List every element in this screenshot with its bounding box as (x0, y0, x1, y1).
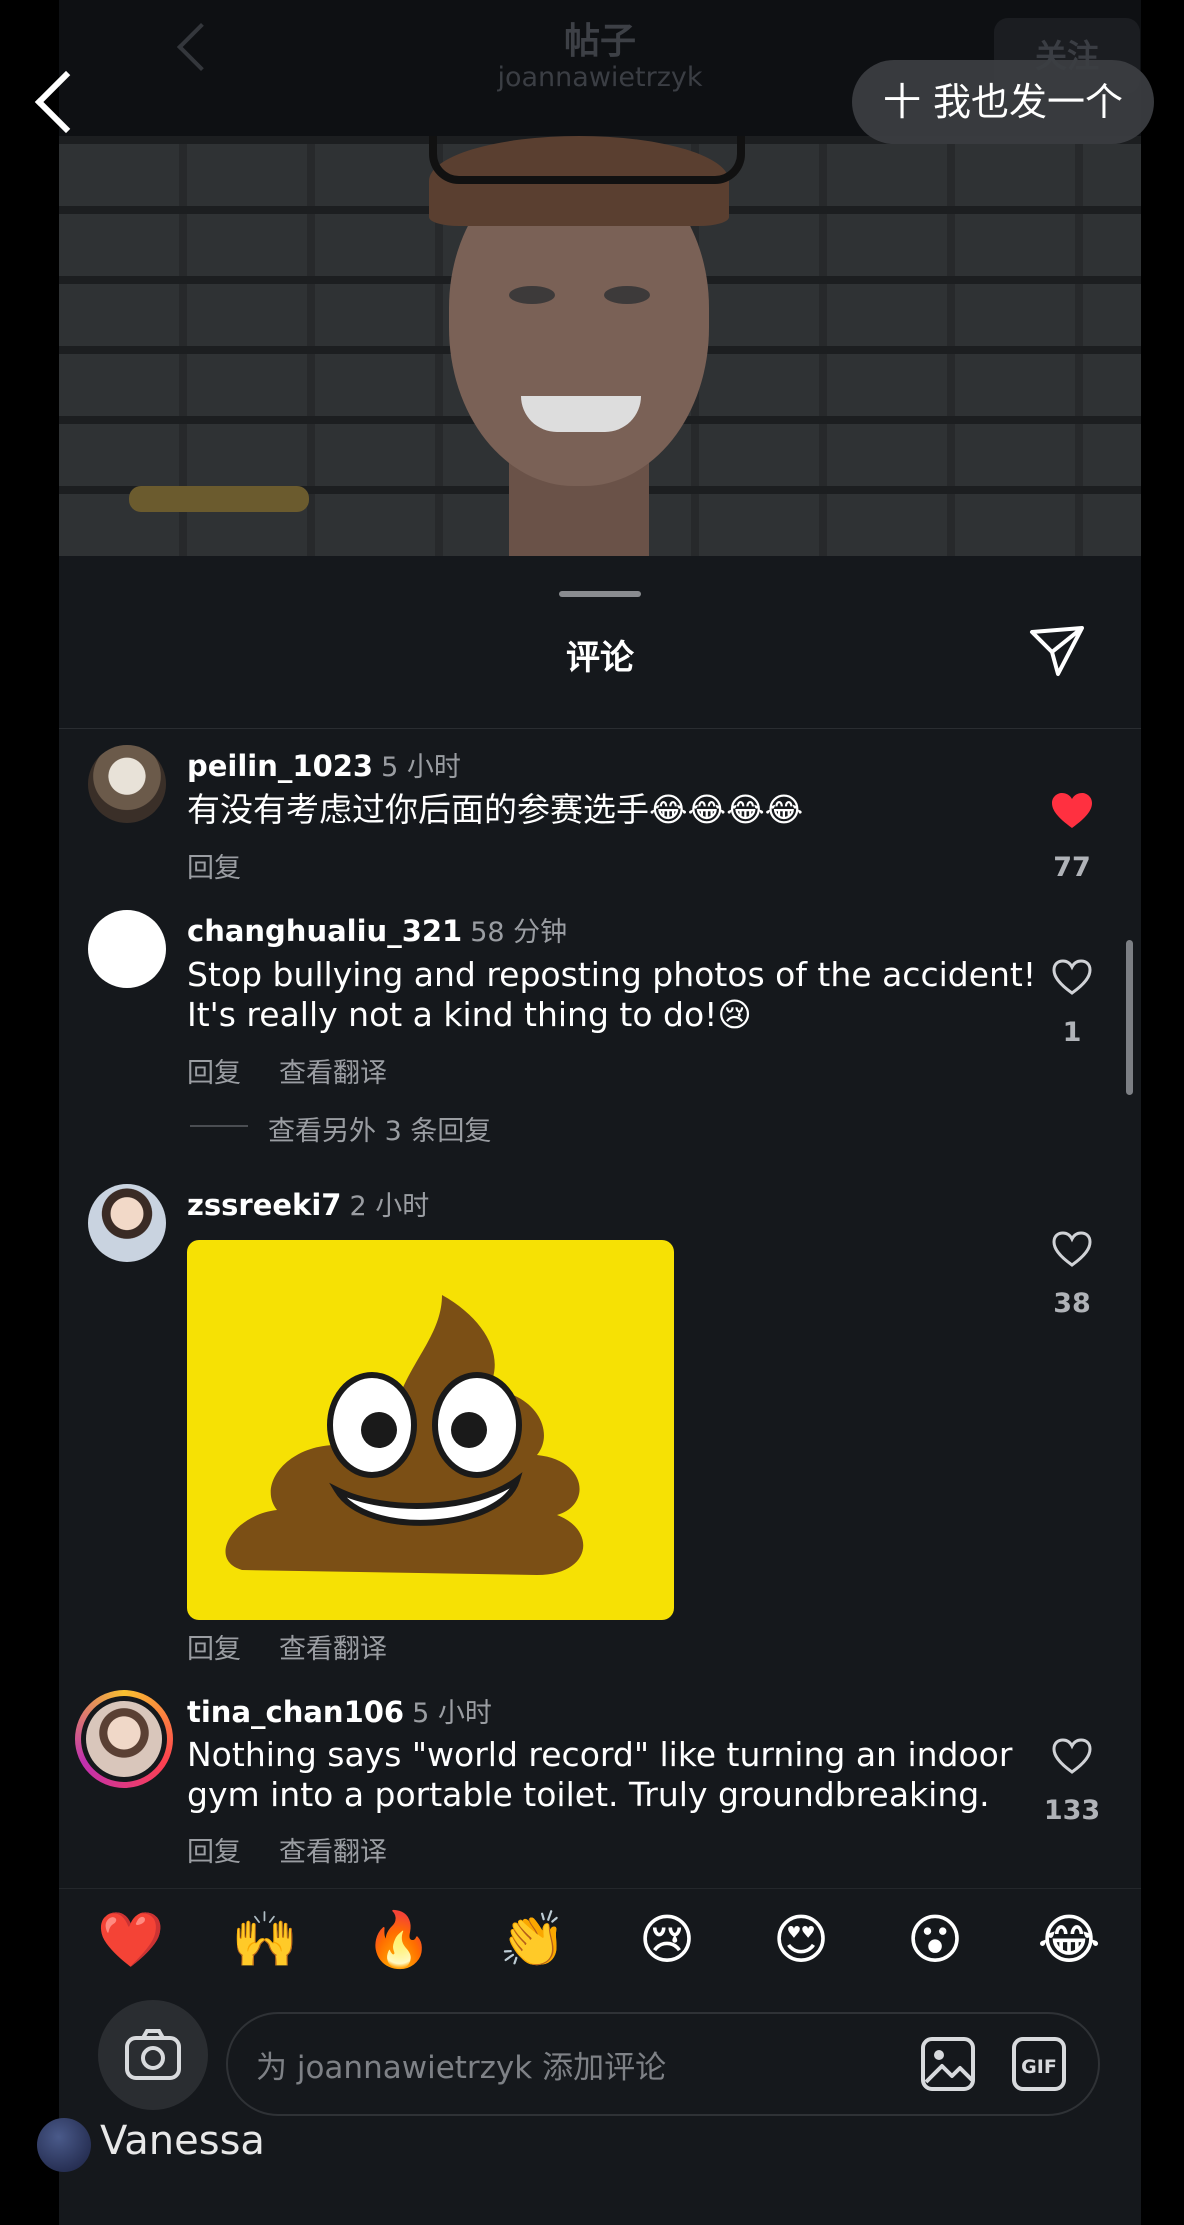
comment-username[interactable]: zssreeki7 (187, 1188, 341, 1222)
comment-text: 有没有考虑过你后面的参赛选手😂😂😂😂 (187, 790, 804, 829)
heart-eyes-emoji-button[interactable]: 😍 (761, 1908, 841, 1971)
comment-text-line: Nothing says "world record" like turning… (187, 1735, 1013, 1774)
heart-outline-icon[interactable] (1051, 1230, 1093, 1268)
image-picker-icon[interactable] (920, 2036, 976, 2092)
comment-time: 2 小时 (349, 1191, 430, 1222)
post-too-button[interactable]: 十 我也发一个 (852, 60, 1154, 144)
comment-text-line: gym into a portable toilet. Truly ground… (187, 1775, 990, 1814)
comment-header: zssreeki7 2 小时 (187, 1184, 429, 1223)
comment-actions: 回复 查看翻译 (187, 1051, 425, 1090)
red-heart-emoji-button[interactable]: ❤️ (91, 1908, 171, 1972)
comment-time: 5 小时 (381, 752, 461, 783)
avatar[interactable] (88, 745, 166, 823)
comment-time: 5 小时 (412, 1698, 492, 1729)
like-count: 133 (1043, 1795, 1101, 1826)
current-user-label: Vanessa (100, 2118, 265, 2164)
sheet-divider (59, 728, 1141, 729)
translate-button[interactable]: 查看翻译 (279, 1634, 387, 1665)
comment-username[interactable]: tina_chan106 (187, 1695, 404, 1729)
post-photo[interactable] (59, 136, 1141, 556)
comment-text-line: It's really not a kind thing to do!😢 (187, 995, 752, 1034)
heart-outline-icon[interactable] (1051, 958, 1093, 996)
translate-button[interactable]: 查看翻译 (279, 1058, 387, 1089)
laughing-emoji-button[interactable]: 😂 (1029, 1908, 1109, 1971)
replies-divider (190, 1125, 248, 1127)
photo-eye (509, 286, 555, 304)
reply-button[interactable]: 回复 (187, 853, 241, 884)
avatar[interactable] (88, 1184, 166, 1262)
comment-header: changhualiu_321 58 分钟 (187, 910, 567, 949)
clapping-emoji-button[interactable]: 👏 (493, 1908, 573, 1972)
photo-sunglasses (429, 136, 745, 184)
comment-actions: 回复 查看翻译 (187, 1830, 425, 1869)
comment-text-line: Stop bullying and reposting photos of th… (187, 955, 1037, 994)
like-count: 1 (1062, 1017, 1082, 1048)
camera-button[interactable] (98, 2000, 208, 2110)
comment-time: 58 分钟 (470, 917, 568, 948)
svg-text:GIF: GIF (1021, 2056, 1057, 2078)
fire-emoji-button[interactable]: 🔥 (359, 1908, 439, 1972)
scrollbar[interactable] (1126, 940, 1133, 1095)
heart-outline-icon[interactable] (1051, 1737, 1093, 1775)
heart-filled-icon[interactable] (1051, 792, 1093, 830)
user-avatar (37, 2118, 91, 2172)
poop-emoji-image[interactable] (187, 1240, 674, 1620)
reply-button[interactable]: 回复 (187, 1634, 241, 1665)
avatar[interactable] (86, 1701, 162, 1777)
page-title: 帖子 (563, 21, 636, 62)
comment-header: peilin_1023 5 小时 (187, 745, 461, 784)
reply-button[interactable]: 回复 (187, 1837, 241, 1868)
view-more-replies-button[interactable]: 查看另外 3 条回复 (268, 1109, 491, 1148)
emoji-quick-bar (59, 1888, 1141, 2004)
comment-header: tina_chan106 5 小时 (187, 1691, 492, 1730)
like-count: 77 (1053, 852, 1091, 883)
comments-title: 评论 (566, 638, 634, 678)
comment-input-placeholder: 为 joannawietrzyk 添加评论 (256, 2050, 667, 2086)
gif-icon[interactable]: GIF (1011, 2036, 1067, 2092)
share-send-icon[interactable] (1028, 622, 1086, 680)
comment-actions: 回复 查看翻译 (187, 1627, 425, 1666)
comment-username[interactable]: changhualiu_321 (187, 914, 462, 948)
raising-hands-emoji-button[interactable]: 🙌 (225, 1908, 305, 1972)
sheet-drag-handle[interactable] (559, 591, 641, 597)
like-count: 38 (1053, 1288, 1091, 1319)
translate-button[interactable]: 查看翻译 (279, 1837, 387, 1868)
avatar[interactable] (88, 910, 166, 988)
photo-eye (604, 286, 650, 304)
photo-smile (521, 396, 641, 432)
photo-prop (129, 486, 309, 512)
reply-button[interactable]: 回复 (187, 1058, 241, 1089)
crying-emoji-button[interactable]: 😢 (627, 1908, 707, 1971)
comment-actions: 回复 (187, 846, 279, 885)
surprised-emoji-button[interactable]: 😮 (895, 1908, 975, 1971)
comment-username[interactable]: peilin_1023 (187, 749, 373, 783)
camera-icon (125, 2029, 181, 2080)
